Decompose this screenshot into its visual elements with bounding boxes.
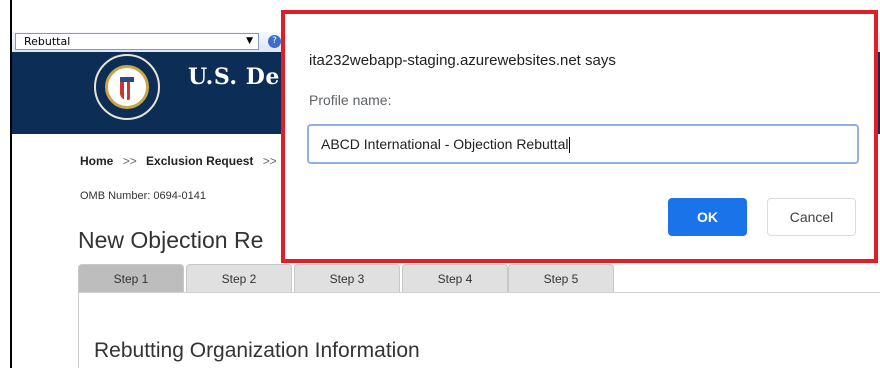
dialog-label: Profile name: [309, 92, 392, 108]
breadcrumb-home[interactable]: Home [80, 154, 113, 168]
section-heading: Rebutting Organization Information [94, 339, 420, 362]
breadcrumb: Home >> Exclusion Request >> O [80, 154, 295, 168]
tab-step-5[interactable]: Step 5 [508, 264, 614, 292]
text-caret [569, 137, 571, 154]
chevron-down-icon[interactable]: ▼ [246, 34, 253, 49]
breadcrumb-separator: >> [122, 154, 137, 168]
tab-step-3[interactable]: Step 3 [294, 264, 400, 292]
help-icon[interactable]: ? [268, 35, 281, 48]
window-left-edge [0, 0, 12, 368]
breadcrumb-exclusion-request[interactable]: Exclusion Request [146, 154, 253, 168]
shield-icon [120, 77, 134, 100]
breadcrumb-separator: >> [262, 154, 277, 168]
dialog-origin: ita232webapp-staging.azurewebsites.net s… [309, 52, 616, 69]
tab-step-4[interactable]: Step 4 [402, 264, 508, 292]
prompt-dialog: ita232webapp-staging.azurewebsites.net s… [281, 10, 878, 263]
page-title: New Objection Re [78, 227, 264, 253]
profile-name-input[interactable]: ABCD International - Objection Rebuttal [307, 124, 859, 164]
profile-select-value: Rebuttal [24, 35, 71, 48]
tab-step-1[interactable]: Step 1 [78, 264, 184, 292]
tab-step-2[interactable]: Step 2 [186, 264, 292, 292]
site-title[interactable]: U.S. De [188, 64, 280, 90]
profile-name-value: ABCD International - Objection Rebuttal [321, 136, 569, 152]
omb-number: OMB Number: 0694-0141 [80, 190, 206, 202]
profile-select[interactable]: Rebuttal ▼ [15, 33, 259, 50]
department-seal-icon [94, 54, 160, 120]
cancel-button[interactable]: Cancel [767, 198, 856, 236]
seal-inner [105, 65, 149, 109]
ok-button[interactable]: OK [668, 198, 747, 236]
